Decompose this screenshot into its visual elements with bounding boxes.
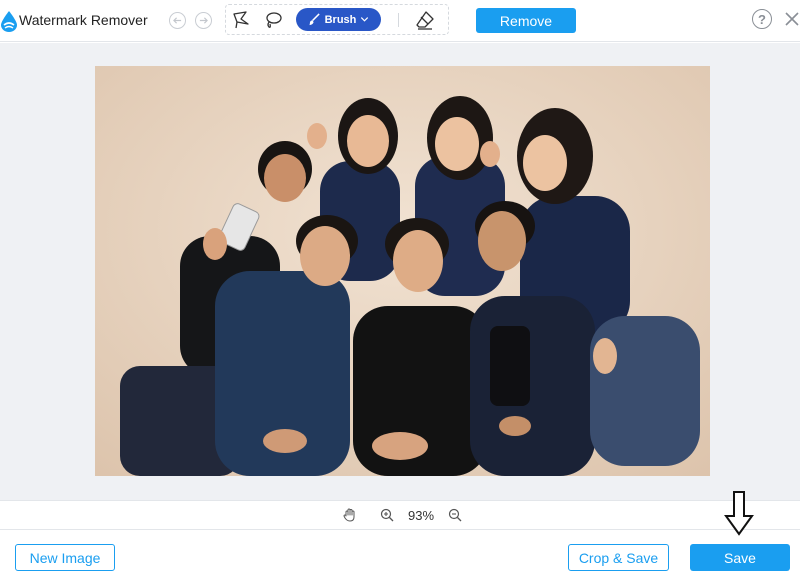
photo-illustration [95,66,710,476]
close-icon[interactable] [782,8,800,30]
remove-button[interactable]: Remove [476,8,576,33]
brush-tool-button[interactable]: Brush [296,8,381,31]
group-selfie-photo[interactable] [95,66,710,476]
crop-and-save-button[interactable]: Crop & Save [568,544,669,571]
hand-pan-icon[interactable] [342,507,358,523]
save-button[interactable]: Save [690,544,790,571]
app-title: Watermark Remover [19,12,148,28]
zoom-out-icon[interactable] [448,508,462,522]
polygon-lasso-tool[interactable] [230,9,252,31]
help-button[interactable]: ? [752,9,772,29]
redo-button[interactable] [195,12,212,29]
tool-divider [398,13,399,27]
undo-icon [173,17,182,24]
polygon-lasso-icon [233,11,249,29]
zoom-bar: 93% [0,500,800,530]
lasso-icon [266,12,282,28]
new-image-button[interactable]: New Image [15,544,115,571]
top-toolbar: Watermark Remover Brush Remove ? [0,0,800,42]
water-drop-logo-icon [1,11,17,32]
zoom-level: 93% [407,508,435,523]
down-arrow-annotation-icon [724,491,754,536]
redo-icon [199,17,208,24]
chevron-down-icon [361,17,369,22]
bottom-action-bar: New Image Crop & Save Save [0,531,800,580]
selection-tool-group: Brush [225,4,449,35]
undo-button[interactable] [169,12,186,29]
image-canvas[interactable] [0,43,800,500]
brush-label: Brush [324,13,357,26]
lasso-tool[interactable] [262,9,284,31]
eraser-tool[interactable] [414,9,436,31]
eraser-icon [416,11,434,30]
brush-icon [308,13,320,26]
zoom-in-icon[interactable] [380,508,394,522]
